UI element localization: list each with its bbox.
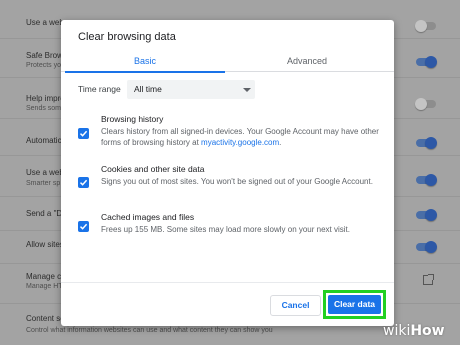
desc-period: . xyxy=(279,138,282,147)
dialog-tabs: Basic Advanced xyxy=(61,50,394,73)
setting-toggle[interactable] xyxy=(416,209,437,221)
setting-title: Help impro xyxy=(26,94,65,103)
setting-subtitle: Sends som xyxy=(26,105,62,112)
checkmark-icon xyxy=(79,130,88,137)
setting-title: Manage ce xyxy=(26,272,66,281)
clear-data-button[interactable]: Clear data xyxy=(328,295,381,314)
myactivity-link[interactable]: myactivity.google.com xyxy=(201,138,279,147)
setting-title: Use a web xyxy=(26,168,64,177)
tab-advanced[interactable]: Advanced xyxy=(227,50,387,72)
time-range-value: All time xyxy=(134,84,162,94)
setting-toggle[interactable] xyxy=(415,98,436,110)
cached-images-checkbox[interactable] xyxy=(78,221,89,232)
browsing-history-checkbox[interactable] xyxy=(78,128,89,139)
setting-subtitle: Manage HT xyxy=(26,283,63,290)
browsing-history-title: Browsing history xyxy=(101,114,164,124)
setting-subtitle: Protects yo xyxy=(26,62,62,69)
setting-subtitle: Smarter sp xyxy=(26,180,61,187)
toggle-knob xyxy=(425,209,437,221)
toggle-knob xyxy=(425,56,437,68)
dialog-title: Clear browsing data xyxy=(78,31,176,43)
toggle-knob xyxy=(415,20,427,32)
browsing-history-description: Clears history from all signed-in device… xyxy=(101,126,381,148)
cookies-title: Cookies and other site data xyxy=(101,164,205,174)
setting-title: Allow sites xyxy=(26,240,64,249)
toggle-knob xyxy=(425,241,437,253)
watermark-how: How xyxy=(410,323,445,339)
checkmark-icon xyxy=(79,179,88,186)
setting-title: Automatic xyxy=(26,136,62,145)
setting-title: Content se xyxy=(26,314,65,323)
setting-toggle[interactable] xyxy=(416,137,437,149)
watermark-wiki: wiki xyxy=(383,323,411,339)
setting-toggle[interactable] xyxy=(416,56,437,68)
setting-toggle[interactable] xyxy=(415,20,436,32)
toggle-knob xyxy=(425,137,437,149)
time-range-select[interactable]: All time xyxy=(127,80,255,99)
tab-basic[interactable]: Basic xyxy=(65,50,225,73)
cached-images-description: Frees up 155 MB. Some sites may load mor… xyxy=(101,225,350,234)
setting-title: Use a web xyxy=(26,18,64,27)
toggle-knob xyxy=(415,98,427,110)
cookies-description: Signs you out of most sites. You won't b… xyxy=(101,177,373,186)
clear-data-highlight: Clear data xyxy=(323,290,386,319)
setting-toggle[interactable] xyxy=(416,174,437,186)
cached-images-title: Cached images and files xyxy=(101,212,195,222)
cookies-checkbox[interactable] xyxy=(78,177,89,188)
time-range-label: Time range xyxy=(78,84,121,94)
wikihow-watermark: wikiHow xyxy=(383,323,445,339)
checkmark-icon xyxy=(79,223,88,230)
clear-browsing-data-dialog: Clear browsing data Basic Advanced Time … xyxy=(61,20,394,326)
cancel-button[interactable]: Cancel xyxy=(270,295,321,316)
setting-subtitle: Control what information websites can us… xyxy=(26,327,273,334)
caret-down-icon xyxy=(243,88,251,92)
external-link-icon[interactable] xyxy=(423,274,434,285)
setting-toggle[interactable] xyxy=(416,241,437,253)
toggle-knob xyxy=(425,174,437,186)
